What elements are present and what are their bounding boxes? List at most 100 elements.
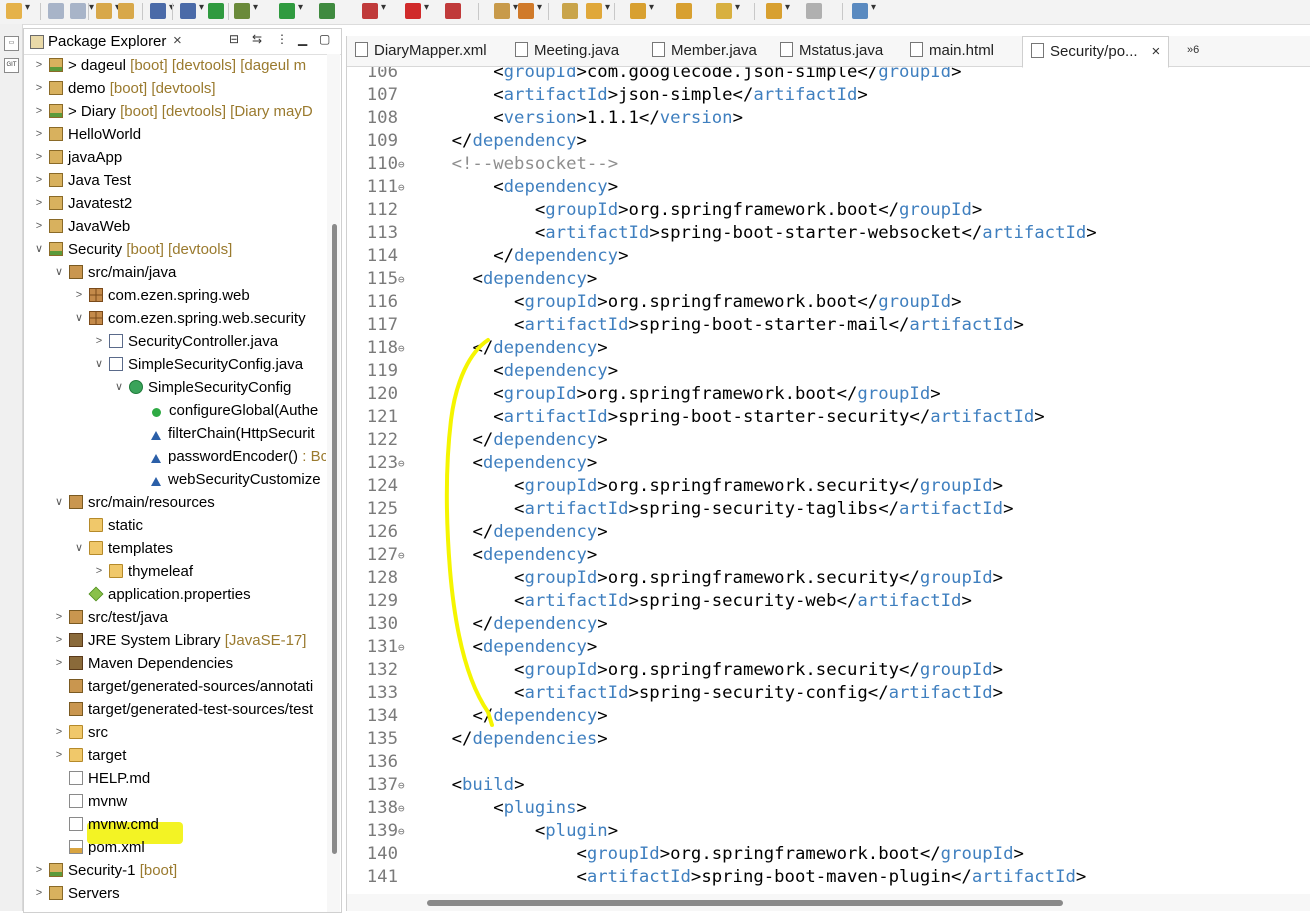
- editor-tab[interactable]: main.html: [910, 36, 994, 66]
- code-line[interactable]: <plugin>: [410, 820, 618, 843]
- tree-item[interactable]: > HelloWorld: [32, 123, 141, 146]
- tree-item[interactable]: ∨ src/main/resources: [52, 491, 215, 514]
- expand-icon[interactable]: >: [32, 882, 46, 905]
- collapse-icon[interactable]: ∨: [92, 353, 106, 376]
- editor-tab[interactable]: Member.java: [652, 36, 757, 66]
- code-line[interactable]: <groupId>org.springframework.security</g…: [410, 567, 1003, 590]
- console-icon[interactable]: [150, 2, 174, 19]
- code-line[interactable]: <!--websocket-->: [410, 153, 618, 176]
- tree-item[interactable]: ∨ Security [boot] [devtools]: [32, 238, 232, 261]
- collapse-icon[interactable]: ∨: [112, 376, 126, 399]
- expand-icon[interactable]: >: [32, 859, 46, 882]
- tree-item[interactable]: mvnw: [52, 790, 127, 813]
- open-type-icon[interactable]: [96, 2, 120, 19]
- tree-item[interactable]: ∨ src/main/java: [52, 261, 176, 284]
- tree-item[interactable]: configureGlobal(Authe: [132, 399, 318, 422]
- tree-item[interactable]: ∨ templates: [72, 537, 173, 560]
- git-repositories-icon[interactable]: GIT: [4, 58, 19, 73]
- package-explorer-tab[interactable]: Package Explorer × ⊟ ⇆ ⋮ ▁ ▢: [24, 29, 341, 55]
- forward-icon[interactable]: [806, 3, 822, 19]
- code-line[interactable]: <artifactId>json-simple</artifactId>: [410, 84, 868, 107]
- new-class-icon[interactable]: [518, 2, 542, 19]
- expand-icon[interactable]: >: [92, 330, 106, 353]
- tree-item[interactable]: static: [72, 514, 143, 537]
- code-line[interactable]: <dependency>: [410, 544, 597, 567]
- code-line[interactable]: <artifactId>spring-boot-maven-plugin</ar…: [410, 866, 1086, 889]
- expand-icon[interactable]: >: [52, 629, 66, 652]
- code-area[interactable]: 106 <groupId>com.googlecode.json-simple<…: [347, 67, 1310, 891]
- tree-item[interactable]: > > dageul [boot] [devtools] [dageul m: [32, 54, 306, 77]
- save-icon[interactable]: [48, 3, 64, 19]
- tree-item[interactable]: > thymeleaf: [92, 560, 193, 583]
- code-line[interactable]: <artifactId>spring-security-config</arti…: [410, 682, 1003, 705]
- tree-item[interactable]: > src: [52, 721, 108, 744]
- expand-icon[interactable]: >: [32, 77, 46, 100]
- code-line[interactable]: </dependency>: [410, 337, 607, 360]
- code-line[interactable]: <artifactId>spring-boot-starter-security…: [410, 406, 1044, 429]
- code-line[interactable]: <artifactId>spring-security-taglibs</art…: [410, 498, 1013, 521]
- terminate-icon[interactable]: [445, 3, 461, 19]
- code-line[interactable]: <groupId>org.springframework.boot</group…: [410, 843, 1023, 866]
- stop-icon[interactable]: [405, 2, 429, 19]
- tree-item[interactable]: application.properties: [72, 583, 251, 606]
- editor-tab[interactable]: DiaryMapper.xml: [355, 36, 487, 66]
- fold-toggle-icon[interactable]: ⊖: [398, 774, 405, 797]
- restore-icon[interactable]: ▭: [4, 36, 19, 51]
- expand-icon[interactable]: >: [32, 146, 46, 169]
- open-task-icon[interactable]: [118, 3, 134, 19]
- collapse-icon[interactable]: ∨: [72, 537, 86, 560]
- open-perspective-icon[interactable]: [562, 3, 578, 19]
- close-tab-icon[interactable]: ×: [1152, 43, 1161, 60]
- expand-icon[interactable]: >: [32, 169, 46, 192]
- code-line[interactable]: <dependency>: [410, 176, 618, 199]
- explorer-scroll-thumb[interactable]: [332, 224, 337, 854]
- expand-icon[interactable]: >: [32, 192, 46, 215]
- editor-tab[interactable]: Mstatus.java: [780, 36, 883, 66]
- expand-icon[interactable]: >: [32, 100, 46, 123]
- tree-item[interactable]: > Servers: [32, 882, 120, 905]
- code-line[interactable]: <plugins>: [410, 797, 587, 820]
- tree-item[interactable]: ∨ SimpleSecurityConfig: [112, 376, 291, 399]
- code-line[interactable]: </dependency>: [410, 705, 607, 728]
- code-line[interactable]: <groupId>com.googlecode.json-simple</gro…: [410, 67, 961, 84]
- code-line[interactable]: </dependency>: [410, 613, 607, 636]
- search-icon[interactable]: [586, 2, 610, 19]
- tree-item[interactable]: filterChain(HttpSecurit: [132, 422, 315, 445]
- code-line[interactable]: </dependency>: [410, 429, 607, 452]
- code-line[interactable]: <version>1.1.1</version>: [410, 107, 743, 130]
- editor-horizontal-scrollbar[interactable]: [347, 894, 1310, 911]
- tree-item[interactable]: webSecurityCustomize: [132, 468, 321, 491]
- code-line[interactable]: <groupId>org.springframework.security</g…: [410, 659, 1003, 682]
- minimize-view-icon[interactable]: ▁: [298, 32, 307, 46]
- link-with-editor-icon[interactable]: ⇆: [252, 32, 262, 46]
- tree-item[interactable]: mvnw.cmd: [52, 813, 159, 836]
- new-icon[interactable]: [6, 2, 30, 19]
- expand-icon[interactable]: >: [32, 54, 46, 77]
- fold-toggle-icon[interactable]: ⊖: [398, 337, 405, 360]
- tree-item[interactable]: > javaApp: [32, 146, 122, 169]
- explorer-vertical-scrollbar[interactable]: [327, 54, 340, 912]
- fold-toggle-icon[interactable]: ⊖: [398, 636, 405, 659]
- code-line[interactable]: <dependency>: [410, 268, 597, 291]
- expand-icon[interactable]: >: [52, 721, 66, 744]
- tree-item[interactable]: passwordEncoder() : Bc: [132, 445, 326, 468]
- tab-overflow-indicator[interactable]: »6: [1187, 44, 1199, 56]
- last-edit-icon[interactable]: [716, 2, 740, 19]
- collapse-all-icon[interactable]: ⊟: [229, 32, 239, 46]
- fold-toggle-icon[interactable]: ⊖: [398, 268, 405, 291]
- fold-toggle-icon[interactable]: ⊖: [398, 797, 405, 820]
- tree-item[interactable]: > target: [52, 744, 127, 767]
- tree-item[interactable]: > JRE System Library [JavaSE-17]: [52, 629, 307, 652]
- skip-breakpoints-icon[interactable]: [180, 2, 204, 19]
- tree-item[interactable]: > src/test/java: [52, 606, 168, 629]
- debug-icon[interactable]: [234, 2, 258, 19]
- editor-tab[interactable]: Security/po... ×: [1022, 36, 1170, 68]
- tree-item[interactable]: pom.xml: [52, 836, 145, 859]
- code-line[interactable]: <artifactId>spring-boot-starter-websocke…: [410, 222, 1097, 245]
- previous-annotation-icon[interactable]: [676, 3, 692, 19]
- tree-item[interactable]: ∨ SimpleSecurityConfig.java: [92, 353, 303, 376]
- fold-toggle-icon[interactable]: ⊖: [398, 452, 405, 475]
- tree-item[interactable]: HELP.md: [52, 767, 150, 790]
- pin-editor-icon[interactable]: [852, 2, 876, 19]
- tree-item[interactable]: > JavaWeb: [32, 215, 130, 238]
